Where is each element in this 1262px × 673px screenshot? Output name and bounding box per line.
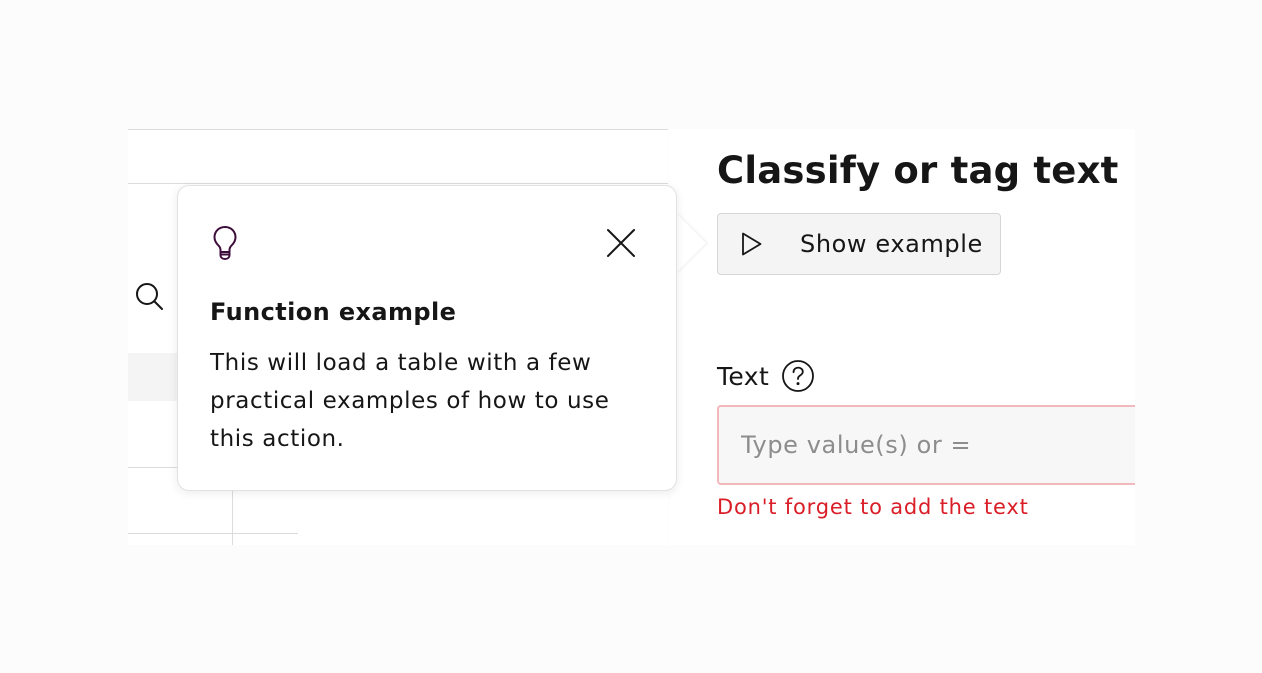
close-icon[interactable] bbox=[602, 224, 640, 262]
popover-title: Function example bbox=[210, 298, 457, 326]
grid-line bbox=[128, 183, 668, 184]
help-icon[interactable] bbox=[781, 359, 815, 393]
function-panel: Classify or tag text Show example Text D… bbox=[669, 129, 1135, 545]
show-example-button[interactable]: Show example bbox=[717, 213, 1001, 275]
stage: Classify or tag text Show example Text D… bbox=[0, 0, 1262, 673]
panel-title: Classify or tag text bbox=[717, 149, 1119, 192]
play-icon bbox=[742, 232, 762, 256]
text-error-message: Don't forget to add the text bbox=[717, 495, 1029, 519]
function-example-popover: Function example This will load a table … bbox=[177, 185, 677, 491]
lightbulb-icon bbox=[213, 226, 237, 260]
grid-line bbox=[128, 129, 668, 130]
popover-body: This will load a table with a few practi… bbox=[210, 350, 610, 452]
popover-caret bbox=[676, 213, 706, 273]
text-field-label-row: Text bbox=[717, 359, 815, 393]
grid-line bbox=[128, 533, 298, 534]
text-field-label: Text bbox=[717, 361, 770, 391]
search-icon[interactable] bbox=[134, 281, 164, 311]
text-input[interactable] bbox=[717, 405, 1135, 485]
show-example-label: Show example bbox=[800, 230, 983, 258]
